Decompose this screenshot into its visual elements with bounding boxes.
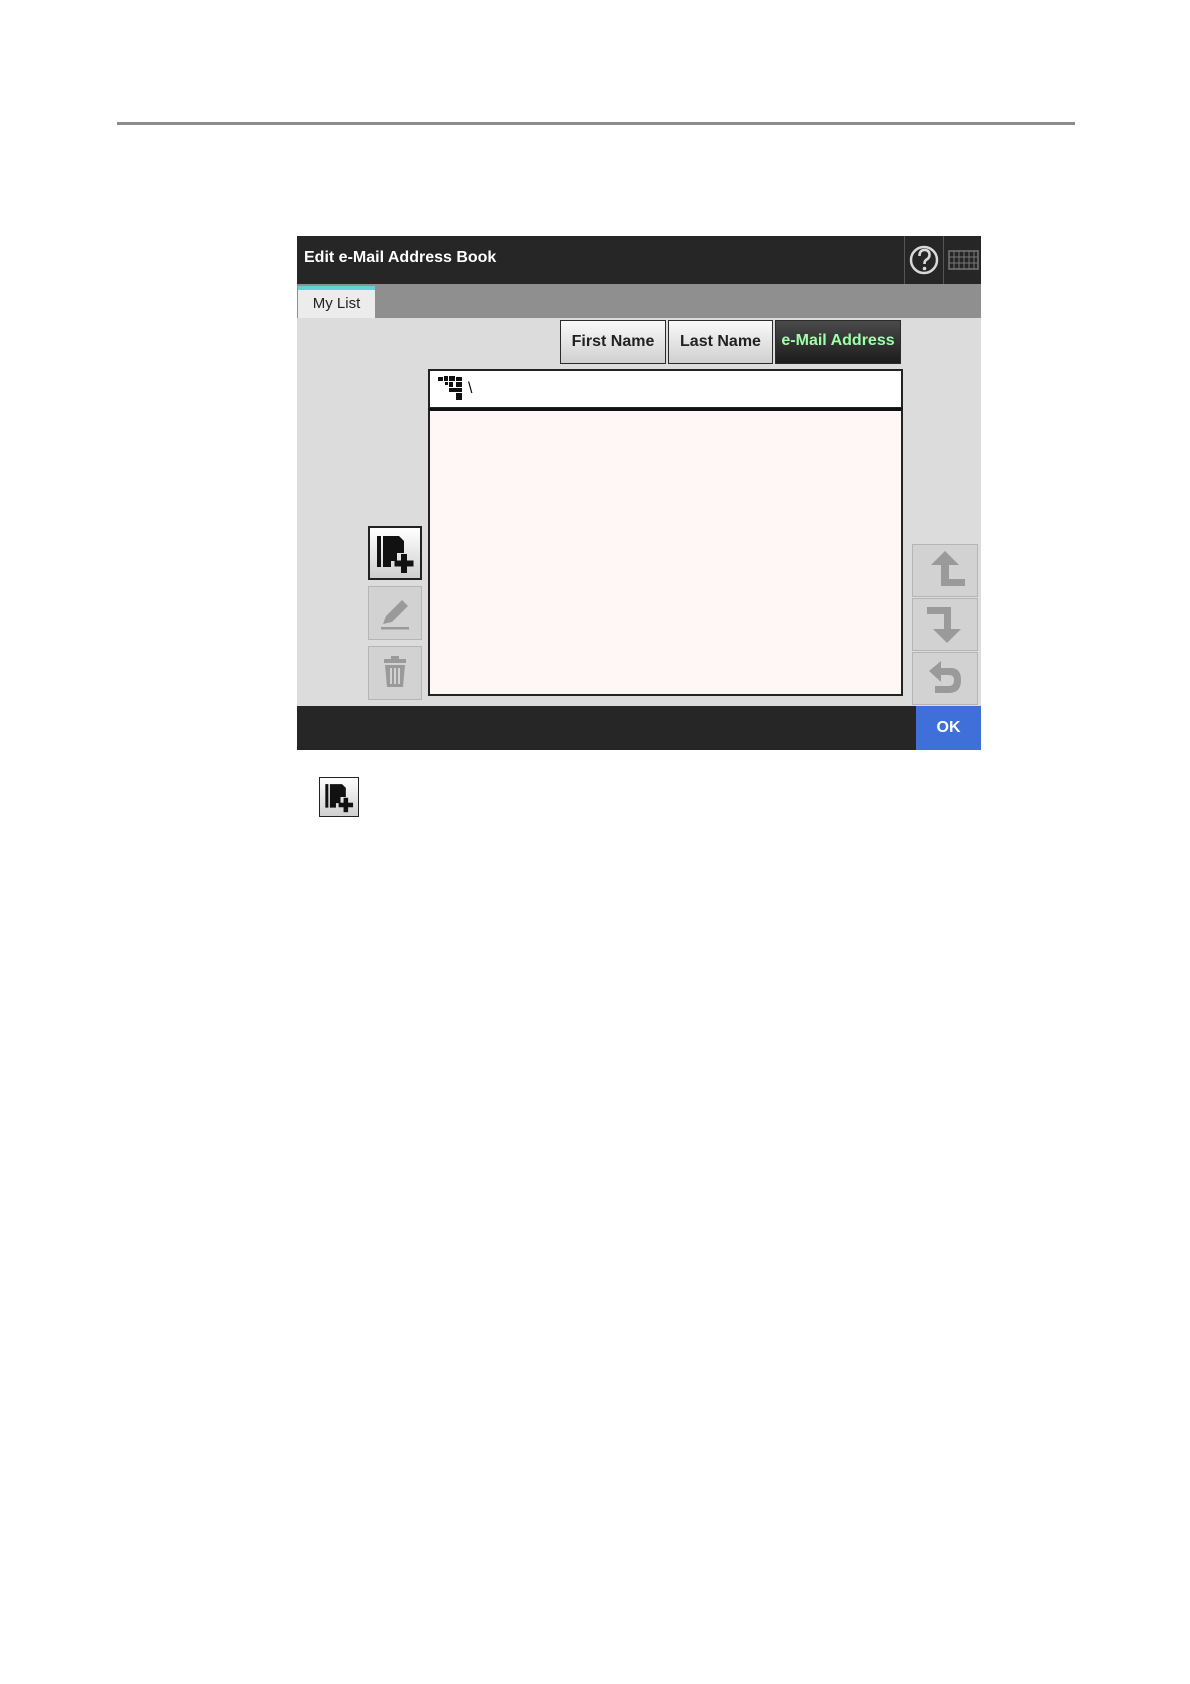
return-icon — [929, 661, 961, 693]
move-down-button[interactable] — [912, 598, 978, 651]
add-entry-icon — [377, 536, 414, 573]
move-up-icon — [931, 551, 965, 586]
add-entry-button[interactable] — [368, 526, 422, 580]
trash-icon — [384, 656, 406, 687]
title-bar: Edit e-Mail Address Book — [297, 236, 981, 284]
legend-add-entry-icon — [319, 777, 359, 817]
tab-bar: My List — [297, 284, 981, 318]
sort-first-name-button[interactable]: First Name — [560, 320, 666, 364]
help-button[interactable] — [904, 236, 944, 284]
address-list[interactable] — [428, 408, 903, 696]
help-icon — [909, 245, 939, 275]
move-down-icon — [927, 607, 961, 643]
return-button[interactable] — [912, 652, 978, 705]
sort-email-address-button[interactable]: e-Mail Address — [775, 320, 901, 364]
edit-address-book-dialog: Edit e-Mail Address Book My List First N… — [297, 236, 981, 750]
tab-my-list[interactable]: My List — [298, 286, 375, 318]
header-rule — [117, 122, 1075, 125]
pencil-icon — [381, 600, 409, 630]
move-up-button[interactable] — [912, 544, 978, 597]
keyboard-button[interactable] — [943, 236, 982, 284]
ok-button[interactable]: OK — [916, 706, 981, 750]
group-folder-icon — [438, 376, 462, 400]
dialog-title: Edit e-Mail Address Book — [304, 249, 497, 266]
sort-last-name-button[interactable]: Last Name — [668, 320, 773, 364]
keyboard-icon — [948, 250, 979, 270]
add-entry-icon — [325, 784, 354, 813]
footer-bar: OK — [297, 706, 981, 750]
current-path: \ — [468, 380, 473, 397]
edit-entry-button[interactable] — [368, 586, 422, 640]
delete-entry-button[interactable] — [368, 646, 422, 700]
current-path-row: \ — [428, 369, 903, 409]
